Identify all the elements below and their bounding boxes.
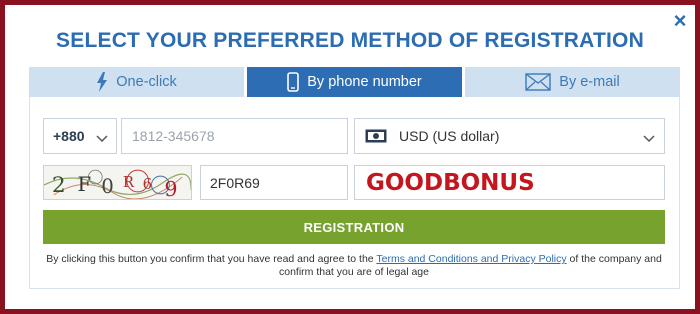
captcha-image: 2 F 0 R 6 9 [43,165,192,200]
tab-one-click[interactable]: One-click [29,67,247,97]
currency-value: USD (US dollar) [399,128,500,144]
registration-button[interactable]: REGISTRATION [43,210,665,244]
legal-notice: By clicking this button you confirm that… [43,253,665,279]
legal-text-before: By clicking this button you confirm that… [46,253,377,265]
registration-modal: × SELECT YOUR PREFERRED METHOD OF REGIST… [5,5,695,309]
captcha-char: 9 [164,177,177,200]
captcha-char: 6 [143,176,152,193]
tab-label: By e-mail [559,74,620,90]
chevron-down-icon [96,130,108,146]
captcha-char: R [123,174,135,191]
captcha-char: 2 [52,173,66,198]
country-code-select[interactable]: +880 [43,118,117,154]
phone-placeholder: 1812-345678 [132,128,215,144]
tab-label: By phone number [307,74,422,90]
captcha-input-value: 2F0R69 [210,174,260,191]
captcha-char: F [78,173,92,196]
promo-code-value: GOODBONUS [366,169,535,196]
country-code-value: +880 [53,128,85,144]
tab-by-phone[interactable]: By phone number [247,67,465,97]
registration-form: +880 1812-345678 USD (US dollar) 2 F 0 R… [29,97,680,289]
phone-input[interactable]: 1812-345678 [121,118,348,154]
registration-tabs: One-click By phone number By e-mail [29,67,680,97]
phone-icon [287,72,300,92]
tab-by-email[interactable]: By e-mail [465,67,680,97]
chevron-down-icon [643,130,655,146]
tab-label: One-click [116,74,177,90]
lightning-icon [96,72,108,92]
captcha-input[interactable]: 2F0R69 [200,165,348,200]
modal-title: SELECT YOUR PREFERRED METHOD OF REGISTRA… [56,29,644,52]
promo-code-input[interactable]: GOODBONUS [354,165,665,200]
currency-select[interactable]: USD (US dollar) [354,118,665,154]
banknote-icon [365,129,387,143]
captcha-char: 0 [101,175,114,198]
envelope-icon [525,73,551,91]
terms-link[interactable]: Terms and Conditions and Privacy Policy [376,253,566,265]
